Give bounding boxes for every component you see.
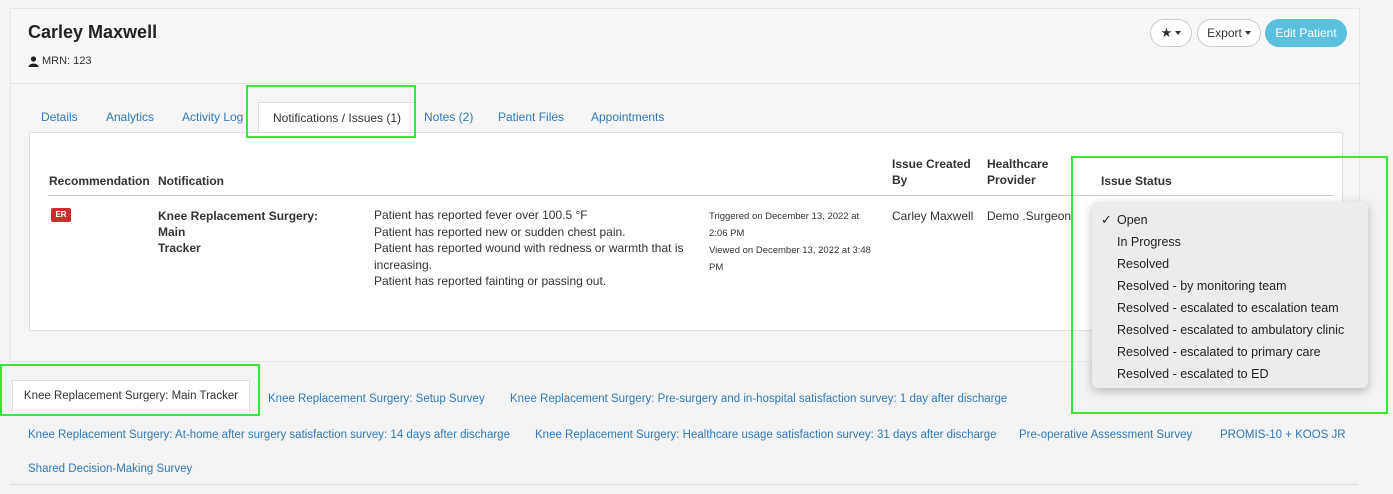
survey-tab-setup[interactable]: Knee Replacement Surgery: Setup Survey: [268, 392, 485, 406]
status-option-resolved-ed[interactable]: Resolved - escalated to ED: [1117, 364, 1268, 384]
timestamp-line: Triggered on December 13, 2022 at: [709, 211, 860, 222]
patient-header: Carley Maxwell MRN: 123 ★ Export Edit Pa…: [11, 9, 1359, 84]
tab-analytics[interactable]: Analytics: [106, 102, 154, 132]
survey-tab-pre-surgery[interactable]: Knee Replacement Surgery: Pre-surgery an…: [510, 392, 1007, 406]
detail-line: Patient has reported fainting or passing…: [374, 274, 607, 288]
header-issue-status: Issue Status: [1101, 174, 1172, 188]
header-text: Healthcare: [987, 157, 1049, 171]
timestamp-line: 2:06 PM: [709, 228, 745, 239]
timestamp-line: PM: [709, 262, 724, 273]
survey-tab-main-tracker[interactable]: Knee Replacement Surgery: Main Tracker: [12, 380, 250, 412]
chevron-down-icon: [1244, 31, 1251, 35]
export-label: Export: [1207, 26, 1242, 40]
tab-notes[interactable]: Notes (2): [424, 102, 473, 132]
header-recommendation: Recommendation: [49, 174, 150, 188]
person-icon: [28, 55, 39, 67]
notification-title-line: Tracker: [158, 241, 201, 255]
export-button[interactable]: Export: [1197, 19, 1261, 47]
tab-patient-files[interactable]: Patient Files: [498, 102, 564, 132]
detail-line: Patient has reported fever over 100.5 °F: [374, 208, 588, 222]
issue-status-dropdown: ✓ Open In Progress Resolved Resolved - b…: [1092, 202, 1368, 388]
status-option-resolved-monitoring[interactable]: Resolved - by monitoring team: [1117, 276, 1287, 296]
detail-line: Patient has reported wound with redness …: [374, 241, 684, 255]
issue-created-by: Carley Maxwell: [892, 209, 974, 223]
tab-activity-log[interactable]: Activity Log: [182, 102, 243, 132]
mrn-line: MRN: 123: [28, 55, 92, 67]
status-option-resolved-primary-care[interactable]: Resolved - escalated to primary care: [1117, 342, 1321, 362]
chevron-down-icon: [1175, 31, 1182, 35]
edit-patient-button[interactable]: Edit Patient: [1265, 19, 1347, 47]
notification-details: Patient has reported fever over 100.5 °F…: [374, 207, 684, 290]
survey-tabs-divider: [10, 484, 1358, 485]
survey-tab-at-home[interactable]: Knee Replacement Surgery: At-home after …: [28, 428, 510, 442]
status-option-resolved-ambulatory[interactable]: Resolved - escalated to ambulatory clini…: [1117, 320, 1344, 340]
checkmark-icon: ✓: [1101, 212, 1112, 227]
table-divider: [48, 195, 1334, 196]
header-text: Issue Created: [892, 157, 971, 171]
header-text: By: [892, 173, 908, 187]
mrn-value: MRN: 123: [42, 55, 92, 67]
patient-name: Carley Maxwell: [28, 22, 158, 42]
detail-line: Patient has reported new or sudden chest…: [374, 224, 626, 239]
timestamp-line: Viewed on December 13, 2022 at 3:48: [709, 245, 871, 256]
tab-appointments[interactable]: Appointments: [591, 102, 664, 132]
tab-notifications-issues[interactable]: Notifications / Issues (1): [258, 102, 417, 133]
status-option-resolved-escalation[interactable]: Resolved - escalated to escalation team: [1117, 298, 1339, 318]
notification-title-line: Knee Replacement Surgery: Main: [158, 209, 319, 239]
header-healthcare-provider: Healthcare Provider: [987, 156, 1048, 188]
star-icon: ★: [1160, 25, 1173, 40]
healthcare-provider: Demo .Surgeon: [987, 209, 1072, 223]
survey-tab-promis[interactable]: PROMIS-10 + KOOS JR: [1220, 428, 1346, 442]
detail-line: increasing.: [374, 257, 433, 272]
header-text: Provider: [987, 173, 1036, 187]
survey-tab-shared-decision[interactable]: Shared Decision-Making Survey: [28, 462, 192, 476]
er-badge: ER: [51, 208, 71, 222]
notification-timestamps: Triggered on December 13, 2022 at 2:06 P…: [709, 208, 871, 276]
status-option-resolved[interactable]: Resolved: [1117, 254, 1169, 274]
patient-tabs: Details Analytics Activity Log Notificat…: [29, 102, 1341, 133]
status-option-in-progress[interactable]: In Progress: [1117, 232, 1181, 252]
notification-title[interactable]: Knee Replacement Surgery: Main Tracker: [158, 208, 348, 256]
status-option-label: Open: [1117, 213, 1148, 227]
favorite-dropdown-button[interactable]: ★: [1150, 19, 1192, 47]
survey-tab-healthcare-usage[interactable]: Knee Replacement Surgery: Healthcare usa…: [535, 428, 997, 442]
header-issue-created-by: Issue Created By: [892, 156, 971, 188]
status-option-open[interactable]: ✓ Open: [1101, 210, 1148, 230]
survey-tab-pre-operative[interactable]: Pre-operative Assessment Survey: [1019, 428, 1192, 442]
header-notification: Notification: [158, 174, 224, 188]
tab-details[interactable]: Details: [41, 102, 78, 132]
